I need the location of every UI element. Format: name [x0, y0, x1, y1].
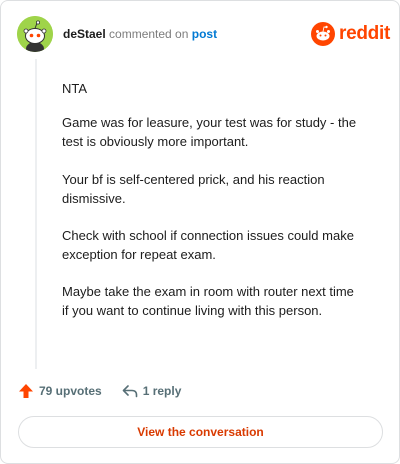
upvote-button[interactable]: 79 upvotes: [18, 383, 102, 399]
comment-card: deStael commented on post reddit NTA Gam…: [0, 0, 400, 464]
reddit-logo[interactable]: reddit: [311, 21, 390, 47]
comment-header: deStael commented on post: [63, 27, 217, 41]
username-link[interactable]: deStael: [63, 27, 106, 41]
upvote-arrow-icon: [19, 384, 33, 398]
reply-count: 1 reply: [142, 384, 182, 398]
reply-button[interactable]: 1 reply: [122, 383, 182, 399]
post-link[interactable]: post: [192, 27, 217, 41]
thread-line[interactable]: [35, 59, 37, 369]
comment-paragraph: Check with school if connection issues c…: [62, 228, 354, 262]
comment-paragraph: Maybe take the exam in room with router …: [62, 284, 354, 318]
comment-paragraph: Game was for leasure, your test was for …: [62, 115, 357, 149]
view-conversation-button[interactable]: View the conversation: [18, 416, 383, 448]
reply-arrow-icon: [122, 385, 138, 398]
comment-paragraph: NTA: [62, 81, 88, 96]
snoo-avatar-icon: [17, 16, 53, 52]
reddit-logo-text: reddit: [339, 23, 390, 44]
user-avatar[interactable]: [17, 16, 53, 52]
reddit-logo-icon: [311, 22, 335, 46]
commented-on-text: commented on: [109, 27, 189, 41]
comment-paragraph: Your bf is self-centered prick, and his …: [62, 172, 325, 206]
upvote-count: 79 upvotes: [39, 384, 102, 398]
comment-actions: 79 upvotes 1 reply: [18, 383, 181, 399]
